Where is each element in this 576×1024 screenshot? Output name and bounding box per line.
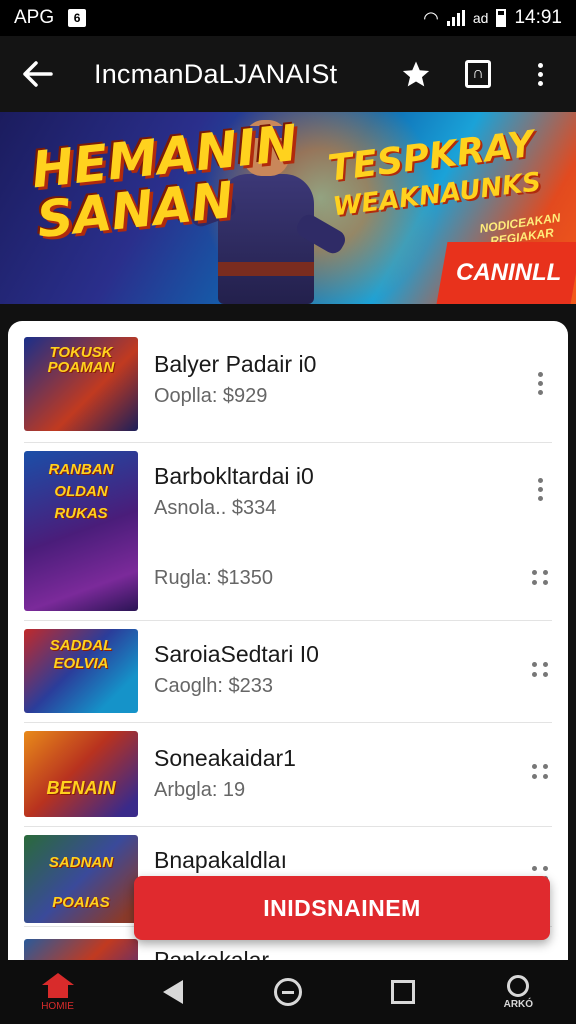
nav-home-circle[interactable]: [253, 962, 323, 1022]
banner-cta-button[interactable]: CANINLL: [436, 242, 576, 304]
drag-handle-icon[interactable]: [530, 567, 550, 587]
back-triangle-icon: [162, 980, 183, 1004]
banner-cta-label: CANINLL: [456, 259, 562, 286]
item-title: SaroiaSedtari I0: [154, 641, 319, 667]
item-thumbnail: BENAIN: [24, 731, 138, 817]
drag-handle-icon[interactable]: [530, 659, 550, 679]
nav-home-label: HOMIE: [41, 1000, 74, 1012]
share-box-icon[interactable]: ∩: [458, 54, 498, 94]
item-price: Caoglh: $233: [154, 675, 273, 697]
item-price: Ooplla: $929: [154, 385, 268, 407]
banner-title-text: HEMANIN SANAN: [28, 113, 301, 250]
promo-banner[interactable]: HEMANIN SANAN TESPKRAY WEAKNAUNKS NODICE…: [0, 112, 576, 304]
item-price: Asnola.. $334: [154, 497, 277, 519]
item-thumbnail: SADNAN POAIAS: [24, 835, 138, 923]
wifi-icon: ◠: [423, 7, 439, 28]
profile-icon: [507, 974, 530, 997]
thumbnail-text: RANBAN OLDAN RUKAS: [48, 461, 114, 522]
clock: 14:91: [514, 7, 562, 28]
item-thumbnail: RANBAN OLDAN RUKAS: [24, 451, 138, 611]
star-icon[interactable]: [396, 54, 436, 94]
thumbnail-text: SADDAL EOLVIA: [49, 637, 113, 672]
item-thumbnail: TOKUSK POAMAN: [24, 337, 138, 431]
carrier-label: APG: [14, 7, 55, 28]
nav-home[interactable]: HOMIE: [23, 962, 93, 1022]
nav-profile-label: ARKÓ: [503, 998, 534, 1010]
status-bar: APG 6 ◠ ad 14:91: [0, 0, 576, 36]
list-item[interactable]: BENAIN Soneakaidar1 Arbgla: 19: [24, 723, 552, 827]
app-title: IncmanDaLJANAISt: [94, 58, 338, 89]
item-title: Bnapakaldlaı: [154, 847, 287, 873]
nav-profile[interactable]: ARKÓ: [483, 962, 553, 1022]
list-item[interactable]: SADDAL EOLVIA SaroiaSedtari I0 Caoglh: $…: [24, 621, 552, 723]
item-price: Arbgla: 19: [154, 779, 246, 801]
nav-recents[interactable]: [368, 962, 438, 1022]
recents-square-icon: [391, 980, 416, 1004]
drag-handle-icon[interactable]: [530, 761, 550, 781]
more-options-icon[interactable]: [528, 477, 552, 501]
item-thumbnail: SADDAL EOLVIA: [24, 629, 138, 713]
thumbnail-text: TOKUSK POAMAN: [47, 344, 115, 376]
network-label: ad: [472, 10, 489, 26]
app-bar: IncmanDaLJANAISt ∩: [0, 36, 576, 112]
list-item[interactable]: RANBAN OLDAN RUKAS Barbokltardai i0 Asno…: [24, 443, 552, 621]
notification-icon: 6: [68, 9, 87, 27]
nav-back[interactable]: [138, 962, 208, 1022]
signal-icon: [446, 10, 465, 26]
primary-action-button[interactable]: INIDSNAINEM: [134, 876, 550, 940]
item-title: Soneakaidar1: [154, 745, 296, 771]
more-options-icon[interactable]: [528, 371, 552, 395]
item-price-secondary: Rugla: $1350: [154, 567, 273, 589]
back-arrow-icon[interactable]: [16, 52, 60, 96]
battery-icon: [496, 9, 507, 27]
thumbnail-text: BENAIN: [46, 778, 116, 798]
item-title: Barbokltardai i0: [154, 463, 314, 489]
item-title: Balyer Padair i0: [154, 351, 317, 377]
more-vert-icon[interactable]: [520, 54, 560, 94]
home-icon: [41, 972, 74, 999]
list-item[interactable]: TOKUSK POAMAN Balyer Padair i0 Ooplla: $…: [24, 321, 552, 443]
circle-home-icon: [273, 978, 302, 1006]
banner-title: HEMANIN SANAN: [28, 113, 301, 250]
thumbnail-text: SADNAN POAIAS: [48, 854, 114, 911]
bottom-navigation: HOMIE ARKÓ: [0, 960, 576, 1024]
